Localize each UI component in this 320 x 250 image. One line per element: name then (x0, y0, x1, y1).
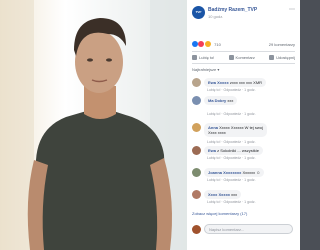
comment-bubble: Xxxx Xxxxx xxx (204, 190, 242, 199)
commenter-avatar[interactable] (192, 146, 201, 155)
reaction-icons (192, 41, 211, 47)
share-label: Udostępnij (276, 55, 295, 60)
reactions-bar[interactable]: 710 29 komentarzy (192, 41, 295, 49)
comment-text: xxx (227, 98, 234, 103)
comment-bubble: Joanna Xxxxxxxx Xxxxxx ☺ (204, 168, 265, 177)
comment-meta[interactable]: Lubię to! · Odpowiedz · 1 godz. (207, 88, 256, 92)
comment-icon (228, 55, 234, 60)
comment-text: xxx (231, 192, 238, 197)
comment-meta[interactable]: Lubię to! · Odpowiedz · 1 godz. (207, 200, 256, 204)
man-portrait-photo (0, 0, 187, 250)
comment-author[interactable]: Ewa (208, 148, 216, 153)
commenter-avatar[interactable] (192, 96, 201, 105)
thumbs-up-icon (192, 55, 197, 60)
like-reaction-icon (192, 41, 198, 47)
commenter-avatar[interactable] (192, 190, 201, 199)
haha-reaction-icon (204, 41, 211, 47)
comment-text: z Sokolniki ... wszystkie (217, 148, 259, 153)
reaction-count[interactable]: 710 (214, 42, 221, 47)
comment-text: zxxx xxx xxx XMR (229, 80, 263, 85)
more-options-icon[interactable]: ⋯ (289, 6, 295, 13)
comment-count[interactable]: 29 komentarzy (269, 42, 295, 47)
post-header: TVP Badźmy Razem_TVP 10 godz. ⋯ (187, 0, 300, 28)
comment-bubble: Anna Xxxxx Xxxxxx W tej swoj Xxxx xxxx (204, 123, 267, 137)
like-button[interactable]: Lubię to! (192, 55, 214, 60)
comment-meta[interactable]: Lubię to! · Odpowiedz · 1 godz. (207, 178, 256, 182)
comment-bubble: Ma Dobry xxx (204, 96, 238, 105)
commenter-avatar[interactable] (192, 168, 201, 177)
share-icon (269, 55, 275, 60)
comment-author[interactable]: Joanna Xxxxxxxx (208, 170, 241, 175)
comment-text-line2: Xxxx xxxx (208, 130, 226, 135)
love-reaction-icon (198, 41, 205, 47)
current-user-avatar (192, 225, 201, 234)
comment-bubble: Ewa Xxxxx zxxx xxx xxx XMR (204, 78, 267, 87)
post-actions: Lubię to! Komentarz Udostępnij (192, 51, 295, 64)
share-button[interactable]: Udostępnij (269, 55, 295, 60)
post-photo[interactable] (0, 0, 187, 250)
comment-button[interactable]: Komentarz (228, 55, 255, 60)
comment-sort-dropdown[interactable]: Najtrafniejsze ▾ (192, 67, 219, 72)
view-more-comments-link[interactable]: Zobacz więcej komentarzy (17) (192, 211, 247, 216)
comment-label: Komentarz (235, 55, 255, 60)
photo-viewer: TVP Badźmy Razem_TVP 10 godz. ⋯ 710 29 k… (0, 0, 300, 250)
comment-input[interactable]: Napisz komentarz... (204, 224, 293, 234)
comment-author[interactable]: Ma Dobry (208, 98, 226, 103)
comment-author[interactable]: Ewa Xxxxx (208, 80, 229, 85)
page-avatar[interactable]: TVP (192, 6, 205, 19)
comment-text: Xxxxxx ☺ (242, 170, 261, 175)
post-timestamp[interactable]: 10 godz. (208, 14, 223, 19)
comment-meta[interactable]: Lubię to! · Odpowiedz · 1 godz. (207, 140, 256, 144)
post-side-panel: TVP Badźmy Razem_TVP 10 godz. ⋯ 710 29 k… (187, 0, 300, 250)
page-name-link[interactable]: Badźmy Razem_TVP (208, 7, 257, 13)
comment-bubble: Ewa z Sokolniki ... wszystkie (204, 146, 263, 155)
commenter-avatar[interactable] (192, 78, 201, 87)
like-label: Lubię to! (199, 55, 215, 60)
commenter-avatar[interactable] (192, 123, 201, 132)
comment-meta[interactable]: Lubię to! · Odpowiedz · 1 godz. (207, 156, 256, 160)
comment-author[interactable]: Xxxx Xxxxx (208, 192, 230, 197)
comment-meta[interactable]: Lubię to! · Odpowiedz · 1 godz. (207, 112, 256, 116)
comment-composer: Napisz komentarz... (192, 224, 295, 236)
